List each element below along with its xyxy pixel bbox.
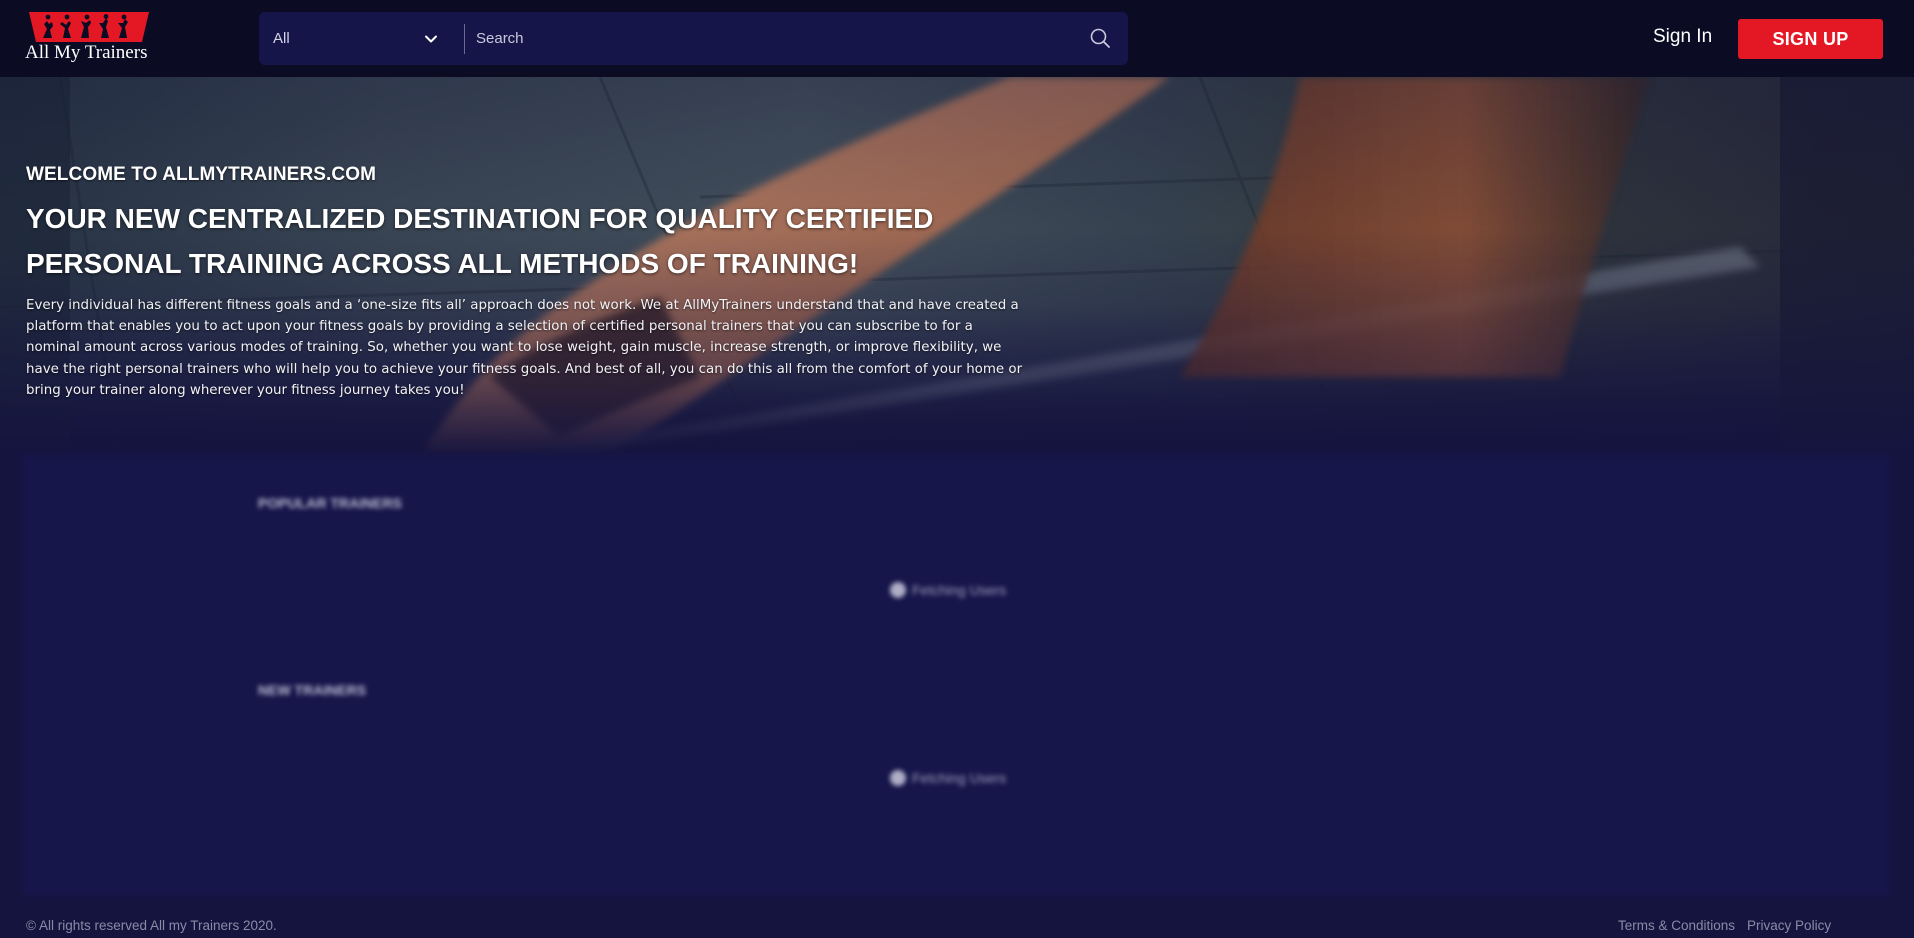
spinner-icon [890,770,906,786]
search-divider [464,24,465,54]
loading-text: Fetching Users [912,582,1007,598]
new-trainers-title: NEW TRAINERS [258,682,367,698]
search-input[interactable] [476,22,1076,55]
site-header: All My Trainers All Sign In SIGN UP [0,0,1914,77]
spinner-icon [890,582,906,598]
chevron-down-icon [425,35,437,43]
copyright-text: © All rights reserved All my Trainers 20… [26,918,277,933]
popular-trainers-title: POPULAR TRAINERS [258,495,402,511]
sign-in-link[interactable]: Sign In [1653,26,1712,48]
category-select[interactable]: All [259,12,464,65]
search-bar: All [259,12,1128,65]
new-trainers-loading: Fetching Users [890,770,1006,786]
logo-text: All My Trainers [25,42,148,63]
terms-link[interactable]: Terms & Conditions [1618,918,1735,933]
loading-text: Fetching Users [912,770,1007,786]
silhouettes-logo-icon [29,12,149,42]
sign-up-button[interactable]: SIGN UP [1738,19,1883,59]
popular-trainers-loading: Fetching Users [890,582,1006,598]
hero-content: WELCOME TO ALLMYTRAINERS.COM YOUR NEW CE… [26,164,1026,401]
site-logo[interactable]: All My Trainers [25,12,155,66]
hero-title: YOUR NEW CENTRALIZED DESTINATION FOR QUA… [26,203,934,279]
search-icon[interactable] [1088,26,1112,50]
trainers-panel: POPULAR TRAINERS Fetching Users NEW TRAI… [0,455,1914,895]
hero-eyebrow: WELCOME TO ALLMYTRAINERS.COM [26,164,377,185]
footer-links: Terms & Conditions Privacy Policy [1618,918,1831,933]
trainers-panel-backdrop [22,455,1890,895]
hero-banner: WELCOME TO ALLMYTRAINERS.COM YOUR NEW CE… [0,77,1914,457]
privacy-link[interactable]: Privacy Policy [1747,918,1831,933]
category-select-value: All [273,30,290,47]
hero-description: Every individual has different fitness g… [26,298,1023,398]
